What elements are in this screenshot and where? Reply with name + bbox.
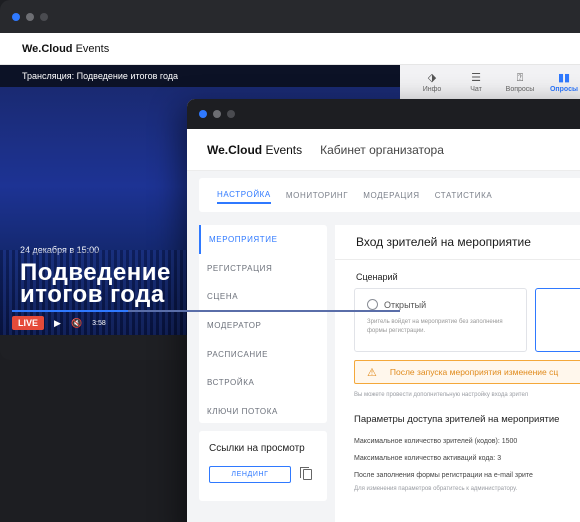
live-badge: LIVE [12, 316, 45, 330]
param-email-after-form: После заполнения формы регистрации на e-… [354, 472, 533, 479]
copy-icon[interactable] [300, 467, 312, 480]
organizer-titlebar [187, 99, 580, 129]
window-dot-maximize[interactable] [40, 12, 48, 21]
sidebar-item-moderator[interactable]: МОДЕРАТОР [199, 311, 327, 340]
viewer-titlebar [0, 0, 580, 33]
scenario-option-open-desc: Зритель войдет на мероприятие без заполн… [367, 319, 503, 334]
scenario-options: Открытый Зритель войдет на мероприятие б… [335, 288, 580, 352]
radio-open[interactable] [367, 299, 378, 310]
organizer-brand[interactable]: We.Cloud Events [207, 143, 302, 157]
scenario-option-open[interactable]: Открытый Зритель войдет на мероприятие б… [354, 288, 528, 352]
panel-title: Вход зрителей на мероприятие [335, 225, 580, 260]
page-title: Кабинет организатора [320, 142, 444, 157]
event-entry-panel: Вход зрителей на мероприятие Сценарий От… [335, 225, 580, 522]
viewer-brand: We.Cloud Events [22, 42, 110, 55]
tab-monitoring[interactable]: МОНИТОРИНГ [286, 191, 348, 200]
question-icon: ⍰ [516, 71, 524, 84]
sidebar-item-event[interactable]: МЕРОПРИЯТИЕ [199, 225, 327, 254]
poll-icon: ▮▮ [557, 71, 571, 84]
stream-title: Трансляция: Подведение итогов года [0, 65, 400, 87]
window-dot-minimize[interactable] [213, 110, 221, 118]
tab-settings[interactable]: НАСТРОЙКА [217, 186, 271, 204]
param-max-viewers: Максимальное количество зрителей (кодов)… [354, 438, 518, 445]
sidebar-item-schedule[interactable]: РАСПИСАНИЕ [199, 340, 327, 369]
tab-chat[interactable]: ☰ Чат [454, 72, 498, 93]
view-links-panel: Ссылки на просмотр ЛЕНДИНГ [199, 431, 327, 501]
video-time: 3:58 [92, 319, 106, 327]
video-date: 24 декабря в 15:00 [20, 245, 100, 255]
organizer-header: We.Cloud Events Кабинет организатора [187, 129, 580, 171]
video-progress-fill [12, 310, 129, 312]
video-title: Подведение итогов года [20, 259, 171, 308]
window-dot-minimize[interactable] [26, 12, 34, 21]
warning-text: После запуска мероприятия изменение сц [389, 367, 559, 377]
settings-sidebar: МЕРОПРИЯТИЕ РЕГИСТРАЦИЯ СЦЕНА МОДЕРАТОР … [199, 225, 327, 423]
warning-icon: ⚠ [367, 366, 377, 379]
params-title: Параметры доступа зрителей на мероприяти… [354, 414, 560, 425]
window-dot-close[interactable] [12, 12, 20, 21]
sidebar-item-embed[interactable]: ВСТРОЙКА [199, 368, 327, 397]
tag-icon: ⬗ [427, 71, 437, 84]
sidebar-item-stream-keys[interactable]: КЛЮЧИ ПОТОКА [199, 397, 327, 426]
top-nav-tabs: НАСТРОЙКА МОНИТОРИНГ МОДЕРАЦИЯ СТАТИСТИК… [199, 178, 580, 212]
tab-questions[interactable]: ⍰ Вопросы [498, 72, 542, 93]
video-progress-bar[interactable] [12, 310, 400, 312]
tab-polls[interactable]: ▮▮ Опросы [542, 72, 580, 93]
window-dot-close[interactable] [199, 110, 207, 118]
scenario-option-open-header: Открытый [367, 299, 514, 310]
video-controls: LIVE ▶ 🔇 3:58 [12, 316, 106, 330]
sidebar-item-registration[interactable]: РЕГИСТРАЦИЯ [199, 254, 327, 283]
params-admin-note: Для изменения параметров обратитесь к ад… [354, 486, 518, 492]
mute-icon[interactable]: 🔇 [71, 318, 82, 329]
scenario-label: Сценарий [356, 272, 398, 282]
landing-button[interactable]: ЛЕНДИНГ [209, 466, 291, 483]
tab-info[interactable]: ⬗ Инфо [410, 72, 454, 93]
viewer-brandbar: We.Cloud Events [0, 33, 580, 65]
view-links-row: ЛЕНДИНГ [209, 466, 317, 483]
scenario-option-selected[interactable] [535, 288, 580, 352]
view-links-title: Ссылки на просмотр [209, 443, 305, 454]
sidebar-item-stage[interactable]: СЦЕНА [199, 282, 327, 311]
tab-statistics[interactable]: СТАТИСТИКА [435, 191, 493, 200]
scenario-option-open-label: Открытый [384, 299, 427, 310]
viewer-side-tabs: ⬗ Инфо ☰ Чат ⍰ Вопросы ▮▮ Опросы [400, 65, 580, 99]
top-nav: НАСТРОЙКА МОНИТОРИНГ МОДЕРАЦИЯ СТАТИСТИК… [187, 171, 580, 219]
param-max-activations: Максимальное количество активаций кода: … [354, 455, 502, 462]
extra-settings-hint: Вы можете провести дополнительную настро… [354, 392, 529, 398]
chat-icon: ☰ [471, 71, 481, 84]
window-dot-maximize[interactable] [227, 110, 235, 118]
tab-moderation[interactable]: МОДЕРАЦИЯ [363, 191, 419, 200]
warning-banner: ⚠ После запуска мероприятия изменение сц [354, 360, 580, 384]
play-icon[interactable]: ▶ [54, 318, 61, 329]
